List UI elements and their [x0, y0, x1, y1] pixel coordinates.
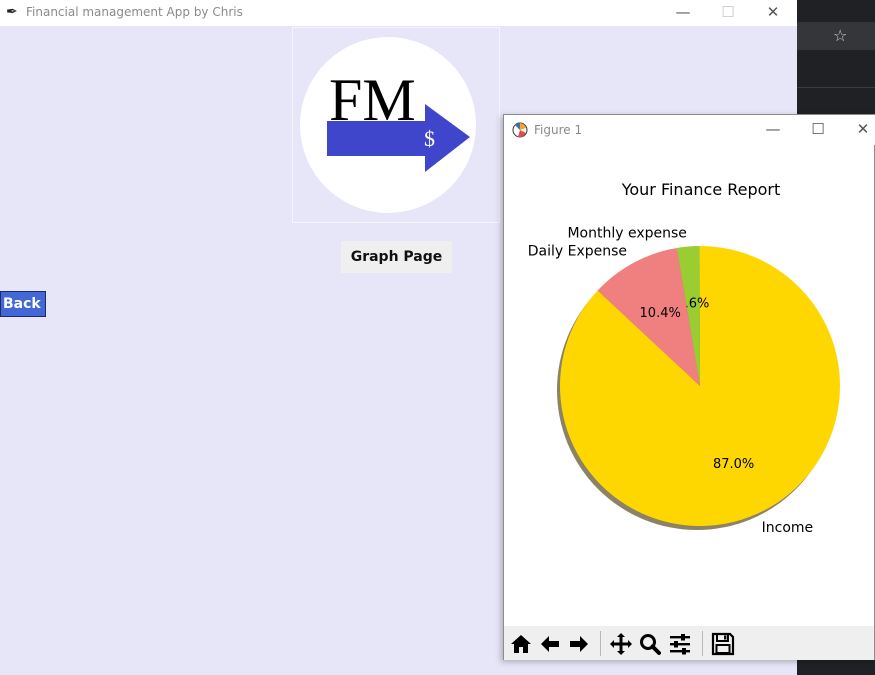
figure-window: Figure 1 — ☐ ✕ Your Finance Report 87.0%…: [503, 114, 875, 660]
figure-close-button[interactable]: ✕: [843, 120, 875, 140]
dollar-icon: $: [424, 126, 435, 151]
slice-category-label: Income: [762, 520, 814, 536]
minimize-button[interactable]: —: [661, 2, 705, 24]
chart-title: Your Finance Report: [621, 180, 781, 199]
back-button[interactable]: Back: [0, 291, 46, 317]
browser-divider: [797, 87, 875, 88]
figure-maximize-button[interactable]: ☐: [798, 120, 838, 140]
maximize-button[interactable]: ☐: [706, 2, 750, 24]
home-icon[interactable]: [507, 630, 535, 658]
toolbar-separator: [600, 631, 601, 656]
slice-percent-label: 87.0%: [713, 457, 754, 472]
toolbar-separator: [702, 631, 703, 656]
slice-category-label: Daily Expense: [528, 243, 627, 259]
main-window-title: Financial management App by Chris: [26, 5, 243, 19]
back-arrow-icon[interactable]: [536, 630, 564, 658]
graph-page-button[interactable]: Graph Page: [341, 241, 452, 273]
logo-text: FM: [329, 67, 416, 133]
save-icon[interactable]: [709, 630, 737, 658]
figure-titlebar: Figure 1 — ☐ ✕: [504, 115, 875, 145]
slice-category-label: Monthly expense: [567, 226, 686, 242]
bookmark-star-icon[interactable]: ☆: [833, 26, 847, 45]
matplotlib-logo-icon: [512, 122, 528, 138]
zoom-icon[interactable]: [636, 630, 664, 658]
slice-percent-label: 10.4%: [640, 306, 681, 321]
close-button[interactable]: ✕: [751, 2, 795, 24]
pie-chart: Your Finance Report 87.0%Income2.6%Month…: [528, 180, 840, 536]
figure-title: Figure 1: [534, 123, 583, 137]
logo-image: FM $: [292, 27, 500, 223]
feather-icon: ✒: [6, 4, 18, 20]
figure-minimize-button[interactable]: —: [753, 120, 793, 140]
figure-toolbar: [504, 626, 874, 660]
main-titlebar: ✒ Financial management App by Chris — ☐ …: [0, 0, 797, 26]
configure-subplots-icon[interactable]: [666, 630, 694, 658]
forward-arrow-icon[interactable]: [565, 630, 593, 658]
pan-icon[interactable]: [607, 630, 635, 658]
